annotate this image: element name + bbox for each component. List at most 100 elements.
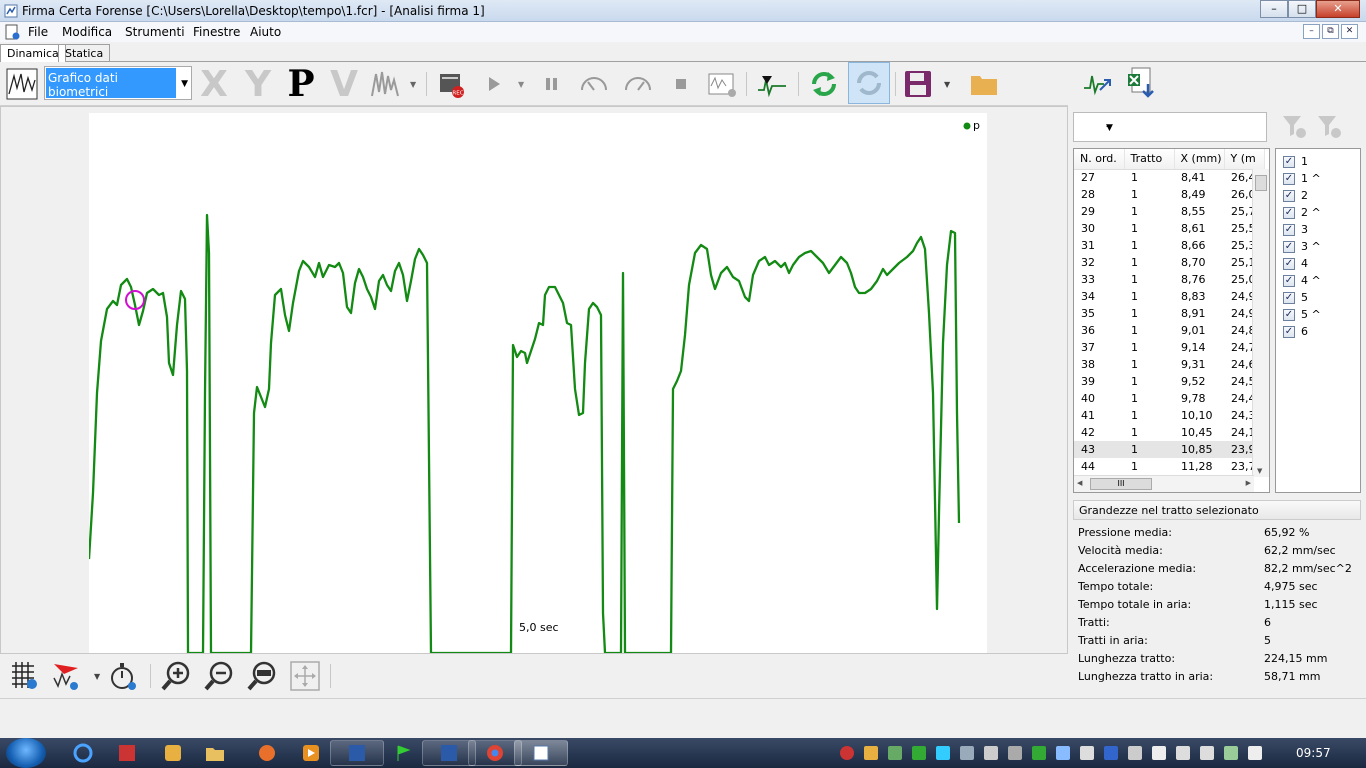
tray-icon[interactable]	[888, 746, 902, 760]
column-header[interactable]: Tratto	[1124, 149, 1175, 170]
mdi-restore-button[interactable]: ⧉	[1322, 24, 1339, 39]
slow-speed-icon[interactable]	[578, 68, 610, 100]
checkbox-checked-icon[interactable]: ✓	[1283, 308, 1295, 321]
active-app-icon[interactable]	[514, 740, 568, 766]
table-row[interactable]: 32 1 8,70 25,1	[1074, 254, 1264, 271]
tray-icon[interactable]	[1008, 746, 1022, 760]
record-icon[interactable]: REC	[436, 68, 468, 100]
start-button[interactable]	[6, 738, 46, 768]
checkbox-checked-icon[interactable]: ✓	[1283, 240, 1295, 253]
dropbox-icon[interactable]	[984, 746, 998, 760]
save-icon[interactable]	[902, 68, 934, 100]
explorer-icon[interactable]	[188, 740, 242, 766]
action-center-icon[interactable]	[1248, 746, 1262, 760]
signal-icon[interactable]	[1080, 746, 1094, 760]
tray-icon[interactable]	[864, 746, 878, 760]
vertical-scrollbar[interactable]: ▼	[1252, 169, 1269, 477]
table-row[interactable]: 42 1 10,45 24,1	[1074, 424, 1264, 441]
scroll-left-icon[interactable]: ◀	[1077, 479, 1082, 487]
table-row[interactable]: 27 1 8,41 26,4	[1074, 169, 1264, 186]
document-menu-icon[interactable]	[4, 24, 20, 40]
waveform-icon[interactable]	[370, 68, 402, 100]
chart-view-icon[interactable]	[6, 68, 38, 100]
checkbox-checked-icon[interactable]: ✓	[1283, 257, 1295, 270]
table-row[interactable]: 38 1 9,31 24,6	[1074, 356, 1264, 373]
pointer-signal-icon[interactable]	[50, 660, 82, 692]
stroke-checkbox[interactable]: ✓ 1	[1283, 153, 1308, 170]
table-row[interactable]: 41 1 10,10 24,3	[1074, 407, 1264, 424]
stroke-checkbox[interactable]: ✓ 1 ^	[1283, 170, 1321, 187]
table-row[interactable]: 29 1 8,55 25,7	[1074, 203, 1264, 220]
table-row[interactable]: 44 1 11,28 23,7	[1074, 458, 1264, 475]
filter-add-icon[interactable]	[1278, 110, 1310, 142]
checkbox-checked-icon[interactable]: ✓	[1283, 274, 1295, 287]
checkbox-checked-icon[interactable]: ✓	[1283, 325, 1295, 338]
filter-select[interactable]: - ▼	[1073, 112, 1267, 142]
checkbox-checked-icon[interactable]: ✓	[1283, 223, 1295, 236]
checkbox-checked-icon[interactable]: ✓	[1283, 189, 1295, 202]
zoom-100-icon[interactable]	[246, 660, 278, 692]
pause-icon[interactable]	[535, 68, 567, 100]
refresh-active-icon[interactable]	[848, 62, 890, 104]
stroke-checkbox[interactable]: ✓ 2	[1283, 187, 1308, 204]
scrollbar-thumb[interactable]: III	[1090, 478, 1152, 490]
table-row[interactable]: 31 1 8,66 25,3	[1074, 237, 1264, 254]
pen-signal-icon[interactable]	[756, 68, 788, 100]
menu-finestre[interactable]: Finestre	[193, 25, 240, 39]
menu-strumenti[interactable]: Strumenti	[125, 25, 185, 39]
stroke-checkbox[interactable]: ✓ 5	[1283, 289, 1308, 306]
scrollbar-thumb[interactable]	[1255, 175, 1267, 191]
stroke-checkbox[interactable]: ✓ 3 ^	[1283, 238, 1321, 255]
tray-icon[interactable]	[1104, 746, 1118, 760]
refresh-icon[interactable]	[808, 68, 840, 100]
chevron-down-icon[interactable]: ▼	[944, 80, 950, 89]
scroll-down-icon[interactable]: ▼	[1257, 467, 1262, 475]
fast-speed-icon[interactable]	[622, 68, 654, 100]
power-icon[interactable]	[1200, 746, 1214, 760]
scroll-right-icon[interactable]: ▶	[1246, 479, 1251, 487]
column-header[interactable]: Y (m	[1224, 149, 1265, 170]
mdi-minimize-button[interactable]: –	[1303, 24, 1320, 39]
chevron-down-icon[interactable]: ▼	[94, 672, 100, 681]
volume-icon[interactable]	[1176, 746, 1190, 760]
close-button[interactable]: ✕	[1316, 0, 1360, 18]
table-row[interactable]: 33 1 8,76 25,0	[1074, 271, 1264, 288]
table-row[interactable]: 39 1 9,52 24,5	[1074, 373, 1264, 390]
fit-view-icon[interactable]	[289, 660, 321, 692]
table-row[interactable]: 30 1 8,61 25,5	[1074, 220, 1264, 237]
checkbox-checked-icon[interactable]: ✓	[1283, 206, 1295, 219]
view-select[interactable]: Grafico dati biometrici ▼	[44, 66, 192, 100]
stroke-checkbox[interactable]: ✓ 5 ^	[1283, 306, 1321, 323]
checkbox-checked-icon[interactable]: ✓	[1283, 155, 1295, 168]
excel-export-icon[interactable]	[1126, 66, 1158, 98]
tab-statica[interactable]: Statica	[58, 44, 111, 62]
horizontal-scrollbar[interactable]: ◀ III ▶	[1074, 475, 1254, 492]
grid-icon[interactable]	[8, 660, 40, 692]
filter-remove-icon[interactable]	[1313, 110, 1345, 142]
tray-icon[interactable]	[1056, 746, 1070, 760]
table-row[interactable]: 35 1 8,91 24,9	[1074, 305, 1264, 322]
stroke-checkbox[interactable]: ✓ 6	[1283, 323, 1308, 340]
chart-area[interactable]: p 5,0 sec	[0, 106, 1068, 654]
tray-icon[interactable]	[936, 746, 950, 760]
chevron-down-icon[interactable]: ▼	[410, 80, 416, 89]
table-row[interactable]: 40 1 9,78 24,4	[1074, 390, 1264, 407]
tray-icon[interactable]	[912, 746, 926, 760]
minimize-button[interactable]: –	[1260, 0, 1288, 18]
checkbox-checked-icon[interactable]: ✓	[1283, 291, 1295, 304]
stroke-checkbox[interactable]: ✓ 2 ^	[1283, 204, 1321, 221]
p-channel-button[interactable]: P	[285, 63, 317, 105]
x-channel-button[interactable]: X	[198, 64, 230, 105]
export-graph-icon[interactable]	[706, 68, 738, 100]
menu-aiuto[interactable]: Aiuto	[250, 25, 281, 39]
stroke-checkbox[interactable]: ✓ 4	[1283, 255, 1308, 272]
stroke-checkbox[interactable]: ✓ 4 ^	[1283, 272, 1321, 289]
v-channel-button[interactable]: V	[328, 64, 360, 105]
clock[interactable]: 09:57	[1296, 746, 1331, 760]
table-row[interactable]: 43 1 10,85 23,9	[1074, 441, 1264, 458]
zoom-out-icon[interactable]	[203, 660, 235, 692]
stopwatch-icon[interactable]	[108, 660, 140, 692]
tray-icon[interactable]	[1128, 746, 1142, 760]
table-row[interactable]: 37 1 9,14 24,7	[1074, 339, 1264, 356]
folder-icon[interactable]	[968, 68, 1000, 100]
